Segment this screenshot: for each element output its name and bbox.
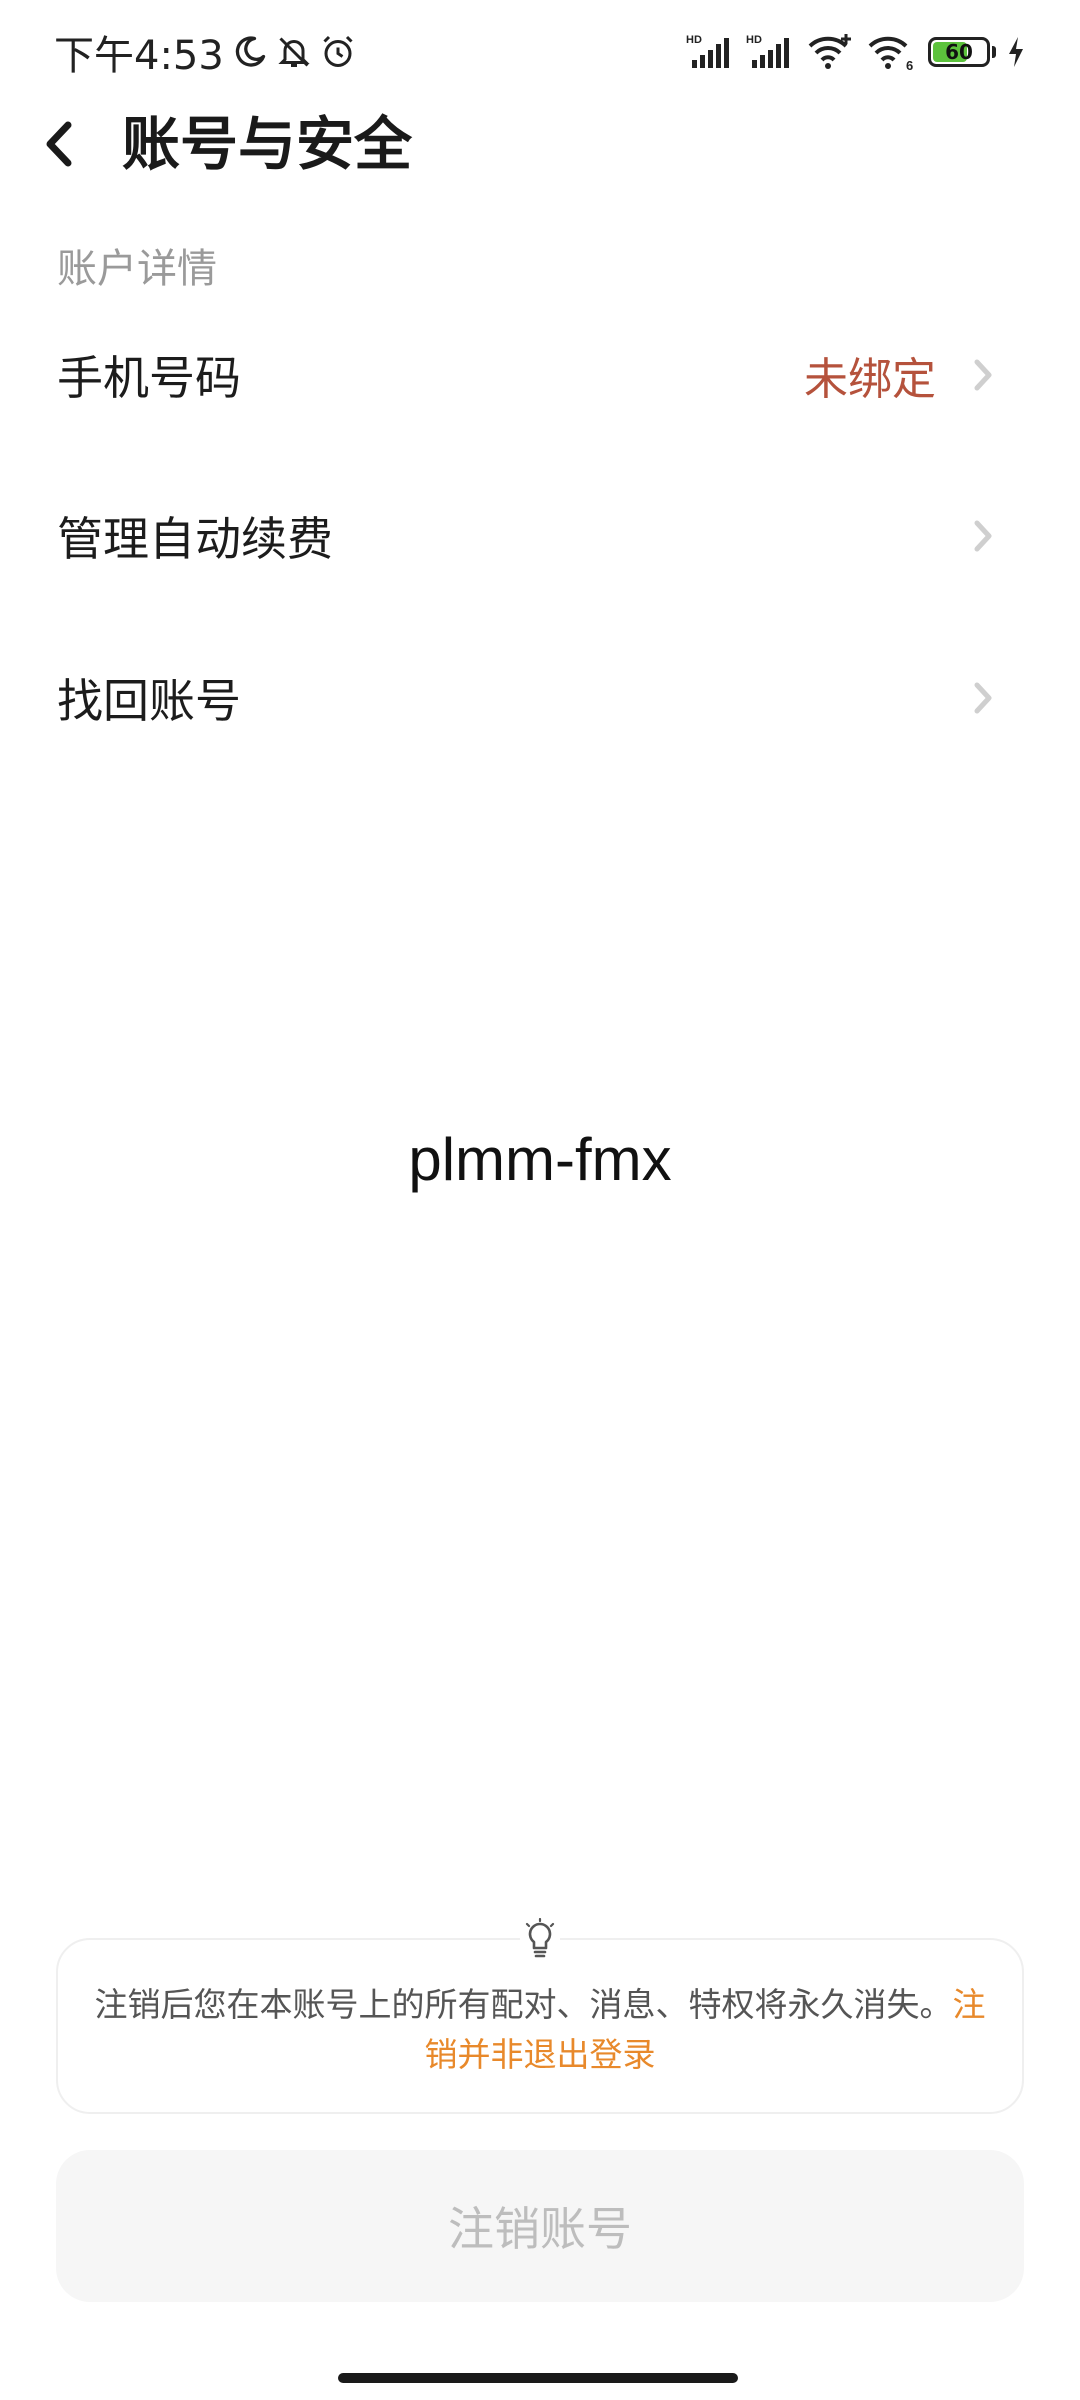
section-label-account-details: 账户详情	[57, 246, 217, 292]
chevron-right-icon	[968, 678, 998, 718]
chevron-left-icon	[46, 121, 72, 167]
hd-signal-2-icon: HD	[746, 32, 796, 72]
svg-text:HD: HD	[686, 34, 702, 46]
chevron-right-icon	[968, 355, 998, 395]
status-left: 下午4:53	[54, 22, 356, 82]
menu-item-label: 找回账号	[57, 674, 241, 728]
menu-item-label: 手机号码	[57, 351, 241, 405]
phone-binding-status: 未绑定	[804, 354, 936, 405]
menu-item-label: 管理自动续费	[57, 512, 333, 566]
notice-message: 注销后您在本账号上的所有配对、消息、特权将永久消失。	[94, 1985, 953, 2024]
battery-cap	[992, 46, 996, 58]
battery-body: 60	[928, 37, 990, 67]
alarm-icon	[320, 34, 356, 70]
menu-item-recover-account[interactable]: 找回账号	[0, 623, 1080, 773]
hd-signal-1-icon: HD	[686, 32, 736, 72]
wifi-plus-icon	[806, 32, 856, 72]
battery-level: 60	[945, 40, 973, 64]
back-button[interactable]	[30, 114, 90, 174]
charging-icon	[1006, 35, 1026, 69]
svg-text:6: 6	[906, 58, 913, 72]
bell-off-icon	[276, 34, 312, 70]
cancel-account-button[interactable]: 注销账号	[56, 2150, 1024, 2302]
notice-text: 注销后您在本账号上的所有配对、消息、特权将永久消失。注销并非退出登录	[90, 1980, 990, 2080]
status-bar: 下午4:53 HD HD 6 60	[0, 0, 1080, 100]
status-right: HD HD 6 60	[686, 26, 1026, 78]
lightbulb-icon	[520, 1910, 560, 1970]
page-title: 账号与安全	[122, 110, 413, 178]
center-text: plmm-fmx	[408, 1126, 672, 1193]
status-time: 下午4:53	[54, 33, 224, 79]
app-header: 账号与安全	[0, 100, 1080, 190]
chevron-right-icon	[968, 516, 998, 556]
svg-text:HD: HD	[746, 34, 762, 46]
moon-icon	[232, 34, 268, 70]
menu-item-manage-auto-renew[interactable]: 管理自动续费	[0, 461, 1080, 611]
menu-item-phone-number[interactable]: 手机号码 未绑定	[0, 300, 1080, 450]
wifi-6-icon: 6	[866, 32, 918, 72]
home-indicator[interactable]	[338, 2373, 738, 2383]
battery-icon: 60	[928, 37, 990, 67]
